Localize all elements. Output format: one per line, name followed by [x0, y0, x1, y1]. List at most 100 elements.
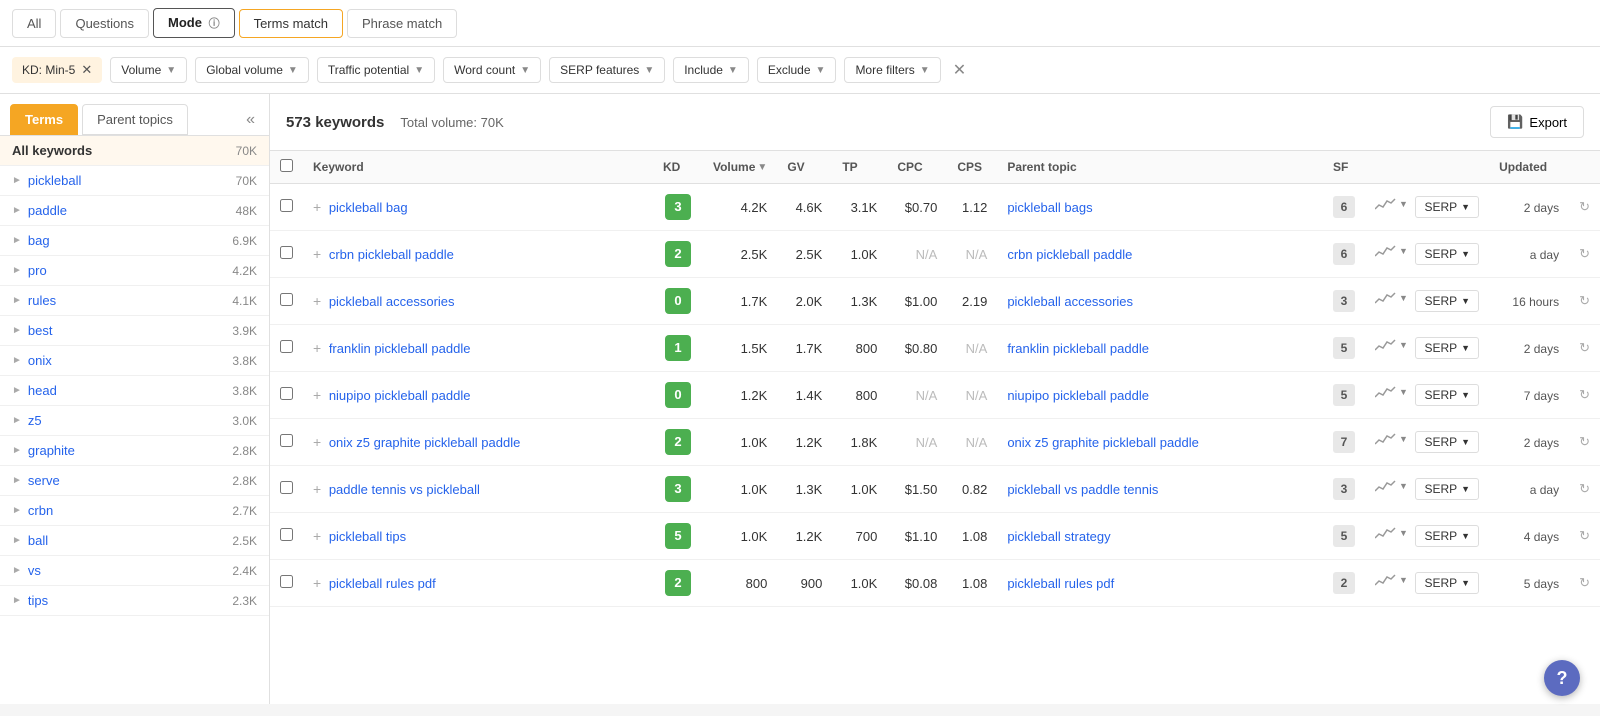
keyword-link[interactable]: pickleball tips [329, 529, 406, 544]
sidebar-item-pro[interactable]: ► pro 4.2K [0, 256, 269, 286]
select-all-checkbox[interactable] [280, 159, 293, 172]
help-button[interactable]: ? [1544, 660, 1580, 696]
keyword-link[interactable]: crbn pickleball paddle [329, 247, 454, 262]
serp-button[interactable]: SERP ▼ [1415, 431, 1479, 453]
include-filter[interactable]: Include ▼ [673, 57, 749, 83]
parent-topic-link[interactable]: pickleball strategy [1007, 529, 1110, 544]
sidebar-item-z5[interactable]: ► z5 3.0K [0, 406, 269, 436]
kd-filter-chip[interactable]: KD: Min-5 ✕ [12, 57, 102, 83]
serp-button[interactable]: SERP ▼ [1415, 478, 1479, 500]
chevron-down-icon[interactable]: ▼ [1399, 199, 1408, 209]
keyword-link[interactable]: onix z5 graphite pickleball paddle [329, 435, 521, 450]
keyword-link[interactable]: paddle tennis vs pickleball [329, 482, 480, 497]
row-checkbox[interactable] [280, 434, 293, 447]
sidebar-item-best[interactable]: ► best 3.9K [0, 316, 269, 346]
refresh-icon[interactable]: ↻ [1579, 575, 1590, 590]
sidebar-item-paddle[interactable]: ► paddle 48K [0, 196, 269, 226]
parent-topic-link[interactable]: pickleball vs paddle tennis [1007, 482, 1158, 497]
refresh-icon[interactable]: ↻ [1579, 246, 1590, 261]
sidebar-item-graphite[interactable]: ► graphite 2.8K [0, 436, 269, 466]
parent-topic-link[interactable]: pickleball bags [1007, 200, 1092, 215]
refresh-icon[interactable]: ↻ [1579, 340, 1590, 355]
serp-button[interactable]: SERP ▼ [1415, 337, 1479, 359]
sidebar-item-serve[interactable]: ► serve 2.8K [0, 466, 269, 496]
chevron-down-icon[interactable]: ▼ [1399, 481, 1408, 491]
serp-button[interactable]: SERP ▼ [1415, 384, 1479, 406]
serp-button[interactable]: SERP ▼ [1415, 572, 1479, 594]
refresh-icon[interactable]: ↻ [1579, 481, 1590, 496]
chevron-down-icon[interactable]: ▼ [1399, 340, 1408, 350]
parent-topic-link[interactable]: niupipo pickleball paddle [1007, 388, 1149, 403]
keyword-link[interactable]: pickleball bag [329, 200, 408, 215]
parent-topic-link[interactable]: franklin pickleball paddle [1007, 341, 1149, 356]
serp-features-filter[interactable]: SERP features ▼ [549, 57, 665, 83]
refresh-icon[interactable]: ↻ [1579, 434, 1590, 449]
row-checkbox[interactable] [280, 387, 293, 400]
sidebar-tab-parent-topics[interactable]: Parent topics [82, 104, 188, 135]
col-header-volume[interactable]: Volume ▼ [703, 151, 777, 184]
row-checkbox[interactable] [280, 199, 293, 212]
add-keyword-button[interactable]: + [313, 246, 321, 262]
traffic-potential-filter[interactable]: Traffic potential ▼ [317, 57, 435, 83]
add-keyword-button[interactable]: + [313, 481, 321, 497]
refresh-icon[interactable]: ↻ [1579, 199, 1590, 214]
add-keyword-button[interactable]: + [313, 434, 321, 450]
keyword-link[interactable]: niupipo pickleball paddle [329, 388, 471, 403]
tab-terms-match[interactable]: Terms match [239, 9, 343, 38]
tab-phrase-match[interactable]: Phrase match [347, 9, 457, 38]
tab-mode[interactable]: Mode ⓘ [153, 8, 235, 38]
sidebar-item-tips[interactable]: ► tips 2.3K [0, 586, 269, 616]
global-volume-filter[interactable]: Global volume ▼ [195, 57, 309, 83]
sidebar-item-vs[interactable]: ► vs 2.4K [0, 556, 269, 586]
serp-button[interactable]: SERP ▼ [1415, 525, 1479, 547]
sidebar-item-all-keywords[interactable]: All keywords 70K [0, 136, 269, 166]
sidebar-item-crbn[interactable]: ► crbn 2.7K [0, 496, 269, 526]
add-keyword-button[interactable]: + [313, 387, 321, 403]
volume-filter[interactable]: Volume ▼ [110, 57, 187, 83]
chevron-down-icon[interactable]: ▼ [1399, 387, 1408, 397]
sidebar-item-bag[interactable]: ► bag 6.9K [0, 226, 269, 256]
chevron-down-icon[interactable]: ▼ [1399, 434, 1408, 444]
refresh-icon[interactable]: ↻ [1579, 387, 1590, 402]
chevron-down-icon[interactable]: ▼ [1399, 246, 1408, 256]
export-button[interactable]: 💾 Export [1490, 106, 1584, 138]
add-keyword-button[interactable]: + [313, 528, 321, 544]
sidebar-item-onix[interactable]: ► onix 3.8K [0, 346, 269, 376]
row-checkbox[interactable] [280, 528, 293, 541]
add-keyword-button[interactable]: + [313, 340, 321, 356]
col-header-kd[interactable]: KD [653, 151, 703, 184]
chevron-down-icon[interactable]: ▼ [1399, 293, 1408, 303]
clear-all-filters-button[interactable]: ✕ [949, 60, 970, 80]
keyword-link[interactable]: pickleball accessories [329, 294, 455, 309]
row-checkbox[interactable] [280, 481, 293, 494]
chevron-down-icon[interactable]: ▼ [1399, 528, 1408, 538]
row-checkbox[interactable] [280, 293, 293, 306]
keyword-link[interactable]: pickleball rules pdf [329, 576, 436, 591]
tab-all[interactable]: All [12, 9, 56, 38]
serp-button[interactable]: SERP ▼ [1415, 290, 1479, 312]
refresh-icon[interactable]: ↻ [1579, 528, 1590, 543]
parent-topic-link[interactable]: crbn pickleball paddle [1007, 247, 1132, 262]
sidebar-item-head[interactable]: ► head 3.8K [0, 376, 269, 406]
row-checkbox[interactable] [280, 575, 293, 588]
sidebar-item-pickleball[interactable]: ► pickleball 70K [0, 166, 269, 196]
row-checkbox[interactable] [280, 340, 293, 353]
row-checkbox[interactable] [280, 246, 293, 259]
sidebar-collapse-button[interactable]: « [242, 107, 259, 133]
sidebar-item-ball[interactable]: ► ball 2.5K [0, 526, 269, 556]
refresh-icon[interactable]: ↻ [1579, 293, 1590, 308]
tab-questions[interactable]: Questions [60, 9, 149, 38]
serp-button[interactable]: SERP ▼ [1415, 243, 1479, 265]
add-keyword-button[interactable]: + [313, 199, 321, 215]
parent-topic-link[interactable]: pickleball accessories [1007, 294, 1133, 309]
more-filters[interactable]: More filters ▼ [844, 57, 940, 83]
exclude-filter[interactable]: Exclude ▼ [757, 57, 837, 83]
serp-button[interactable]: SERP ▼ [1415, 196, 1479, 218]
kd-close-icon[interactable]: ✕ [81, 62, 92, 78]
add-keyword-button[interactable]: + [313, 293, 321, 309]
sidebar-tab-terms[interactable]: Terms [10, 104, 78, 135]
keyword-link[interactable]: franklin pickleball paddle [329, 341, 471, 356]
parent-topic-link[interactable]: onix z5 graphite pickleball paddle [1007, 435, 1199, 450]
volume-sort[interactable]: Volume ▼ [713, 160, 767, 174]
word-count-filter[interactable]: Word count ▼ [443, 57, 541, 83]
